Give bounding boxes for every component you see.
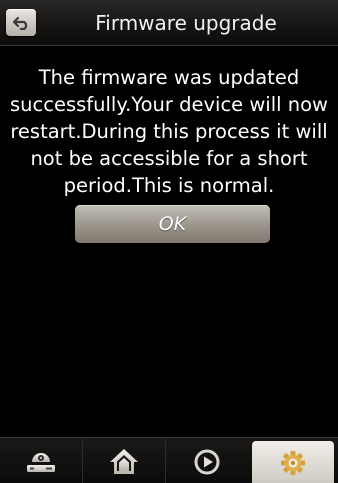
page-title: Firmware upgrade	[95, 11, 277, 35]
header-bar: Firmware upgrade	[0, 0, 338, 46]
ok-button[interactable]: OK	[75, 205, 270, 243]
nav-item-device[interactable]	[0, 438, 82, 483]
device-icon	[24, 446, 58, 476]
gear-icon	[276, 447, 310, 477]
ok-button-label: OK	[158, 213, 187, 235]
bottom-nav-bar	[0, 437, 338, 483]
play-icon	[190, 446, 224, 476]
nav-item-home[interactable]	[82, 438, 165, 483]
back-arrow-icon	[12, 16, 30, 30]
back-button[interactable]	[6, 9, 36, 36]
nav-item-settings[interactable]	[252, 441, 334, 483]
nav-item-play[interactable]	[165, 438, 248, 483]
home-icon	[107, 446, 141, 476]
status-message: The firmware was updated successfully.Yo…	[9, 66, 328, 197]
